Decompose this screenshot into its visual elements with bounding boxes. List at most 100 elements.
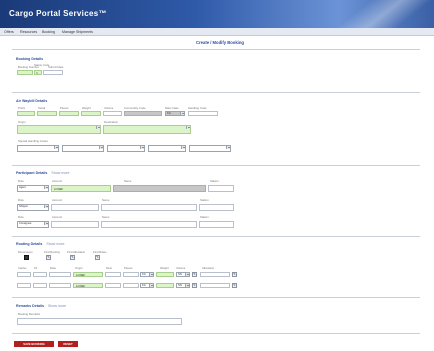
- submit-date-input[interactable]: [43, 70, 63, 75]
- section-participant-details: Participant Details Show more: [16, 171, 70, 175]
- route-carrier-input[interactable]: [17, 283, 31, 288]
- weight-unit-value: KG: [167, 112, 171, 116]
- find-rates-icon[interactable]: ✎: [95, 255, 100, 260]
- booking-number-input[interactable]: [17, 70, 33, 75]
- reset-button[interactable]: RESET: [58, 341, 78, 347]
- origin-label: Origin: [18, 120, 26, 124]
- route-weight-unit-select[interactable]: KG: [140, 283, 154, 288]
- route-dest-input[interactable]: [105, 272, 121, 277]
- chevron-down-icon: [149, 284, 153, 287]
- awb-serial-label: Serial: [38, 106, 46, 110]
- route-origin-input[interactable]: LCDEF: [73, 272, 103, 277]
- main-menu-bar: Offers Resources Booking Manage Shipment…: [0, 28, 434, 36]
- route-flight-input[interactable]: [33, 283, 47, 288]
- route-origin-value: LCDEF: [76, 284, 86, 288]
- route-carrier-input[interactable]: [17, 272, 31, 277]
- section-booking-details: Booking Details: [16, 57, 44, 61]
- menu-item-resources[interactable]: Resources: [20, 30, 37, 34]
- name-label: Name: [102, 198, 110, 202]
- account-label: Account: [52, 215, 63, 219]
- find-routing-icon[interactable]: ✎: [46, 255, 51, 260]
- route-dest-input[interactable]: [105, 283, 121, 288]
- section-routing-details: Routing Details Show more: [16, 242, 65, 246]
- booking-remarks-input[interactable]: [17, 318, 182, 325]
- rate-class-select[interactable]: KG: [165, 111, 185, 116]
- awb-prefix-label: Prefix: [18, 106, 26, 110]
- shipper-role-select[interactable]: Shipper: [17, 204, 49, 211]
- special-handling-select-2[interactable]: [62, 145, 104, 152]
- save-booking-button[interactable]: SAVE BOOKING: [14, 341, 54, 347]
- shipper-role-value: Shipper: [19, 205, 28, 209]
- special-handling-select-4[interactable]: [148, 145, 186, 152]
- menu-item-manage-shipments[interactable]: Manage Shipments: [62, 30, 93, 34]
- divider: [12, 236, 420, 237]
- consignee-station-input[interactable]: [199, 221, 234, 228]
- find-allocation-icon[interactable]: ✎: [70, 255, 75, 260]
- participant-station-input[interactable]: [208, 185, 234, 192]
- destination-label: Destination: [104, 120, 118, 124]
- route-allocation-edit-icon[interactable]: ✎: [232, 272, 237, 277]
- route-origin-value: LCDEF: [76, 273, 86, 277]
- route-allocation-input[interactable]: [200, 272, 230, 277]
- handling-code-input[interactable]: [188, 111, 218, 116]
- route-weight-unit-value: KG: [142, 273, 146, 277]
- chevron-down-icon: [186, 126, 190, 129]
- special-handling-select-5[interactable]: [189, 145, 231, 152]
- special-handling-select-1[interactable]: [17, 145, 59, 152]
- awb-serial-input[interactable]: [37, 111, 57, 116]
- commodity-code-input: [124, 111, 162, 116]
- volume-input[interactable]: [103, 111, 122, 116]
- participant-role-select[interactable]: Agent: [17, 185, 49, 192]
- route-status-value: NN: [178, 273, 182, 277]
- route-pieces-input[interactable]: [123, 283, 139, 288]
- route-volume-edit-icon[interactable]: ✎: [192, 283, 197, 288]
- role-label: Role: [18, 198, 24, 202]
- weight-input[interactable]: [81, 111, 101, 116]
- route-weight-input[interactable]: [156, 283, 174, 288]
- shipper-account-input[interactable]: [51, 204, 99, 211]
- destination-select[interactable]: [103, 125, 191, 134]
- dimensions-icon[interactable]: [24, 255, 29, 260]
- find-rates-label: Find Rates: [93, 250, 107, 254]
- route-allocation-input[interactable]: [200, 283, 230, 288]
- chevron-down-icon: [44, 205, 48, 208]
- route-status-select[interactable]: NN: [176, 272, 190, 277]
- route-status-select[interactable]: NN: [176, 283, 190, 288]
- route-allocation-edit-icon[interactable]: ✎: [232, 283, 237, 288]
- route-date-input[interactable]: [49, 272, 71, 277]
- pieces-input[interactable]: [59, 111, 79, 116]
- role-label: Role: [18, 215, 24, 219]
- chevron-down-icon: [54, 146, 58, 149]
- route-flight-input[interactable]: [33, 272, 47, 277]
- route-volume-edit-icon[interactable]: ✎: [192, 272, 197, 277]
- rate-class-label: Rate Class: [165, 106, 179, 110]
- participant-account-input[interactable]: LCDEF: [51, 185, 111, 192]
- route-weight-input[interactable]: [156, 272, 174, 277]
- routing-show-more-link[interactable]: Show more: [46, 242, 64, 246]
- route-weight-unit-select[interactable]: KG: [140, 272, 154, 277]
- awb-prefix-input[interactable]: [17, 111, 35, 116]
- consignee-role-select[interactable]: Consignee: [17, 221, 49, 228]
- route-date-input[interactable]: [49, 283, 71, 288]
- chevron-down-icon: [185, 284, 189, 287]
- role-label: Role: [18, 179, 24, 183]
- route-status-value: NN: [178, 284, 182, 288]
- menu-item-booking[interactable]: Booking: [42, 30, 55, 34]
- origin-select[interactable]: [17, 125, 101, 134]
- consignee-name-input[interactable]: [101, 221, 197, 228]
- route-origin-input[interactable]: LCDEF: [73, 283, 103, 288]
- shipper-station-input[interactable]: [199, 204, 234, 211]
- route-origin-label: Origin: [75, 266, 83, 270]
- submit-date-label: Submit Date: [48, 65, 64, 69]
- participants-show-more-link[interactable]: Show more: [51, 171, 69, 175]
- route-pieces-input[interactable]: [123, 272, 139, 277]
- station-label: Station: [210, 179, 219, 183]
- consignee-account-input[interactable]: [51, 221, 99, 228]
- shipper-name-input[interactable]: [101, 204, 197, 211]
- divider: [12, 165, 420, 166]
- special-handling-select-3[interactable]: [107, 145, 145, 152]
- status-code-input[interactable]: N: [34, 70, 42, 75]
- remarks-show-more-link[interactable]: Show more: [48, 304, 66, 308]
- participant-account-value: LCDEF: [54, 187, 64, 191]
- menu-item-offers[interactable]: Offers: [4, 30, 14, 34]
